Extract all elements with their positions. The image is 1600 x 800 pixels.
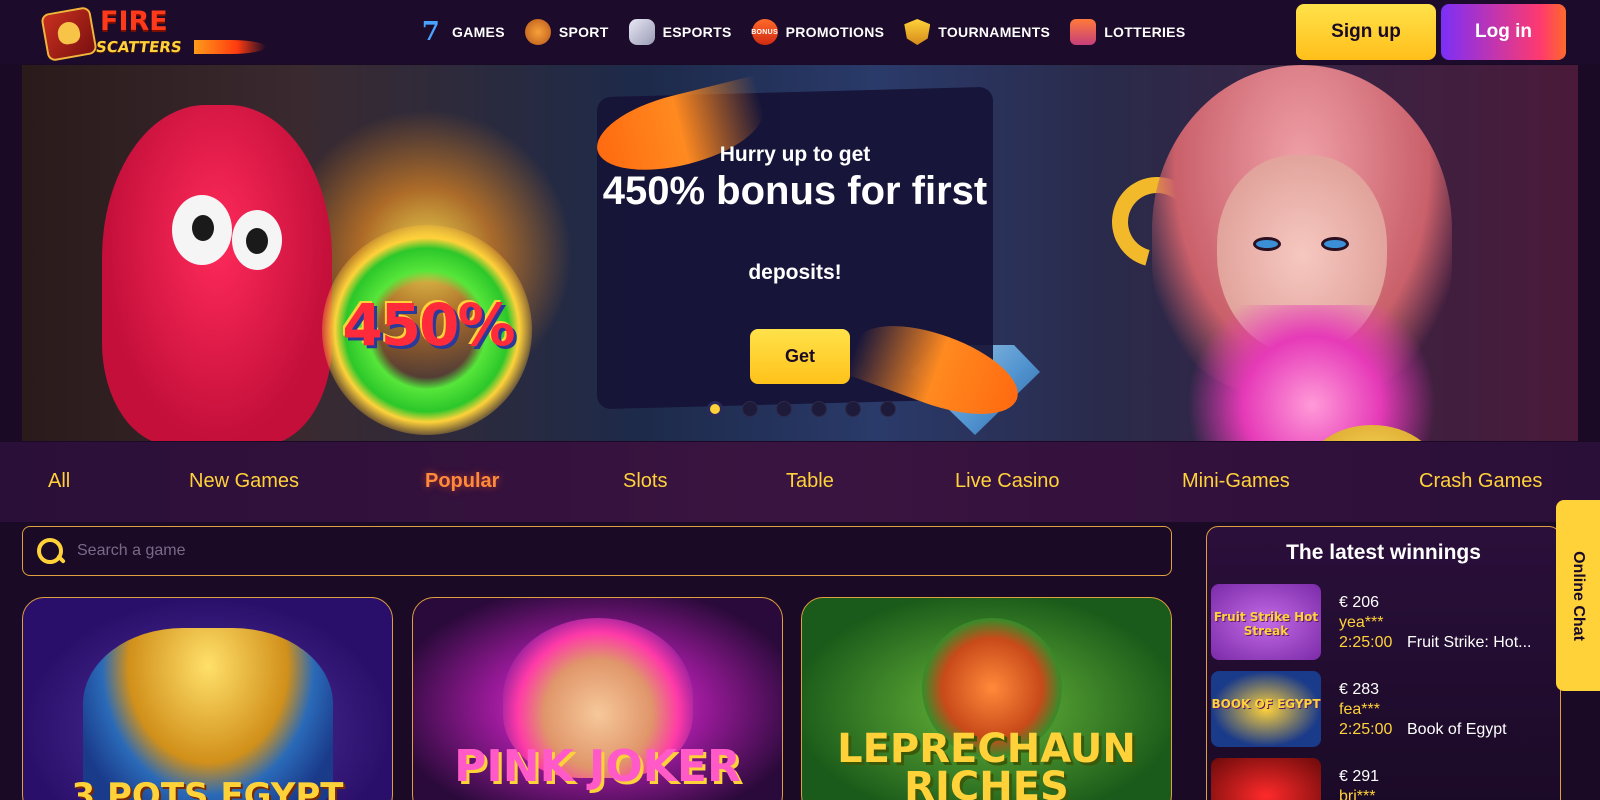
game-search: [22, 526, 1172, 576]
spellbook-icon: [40, 6, 98, 62]
game-thumbnail[interactable]: [1211, 758, 1321, 800]
witch-eye: [1253, 237, 1281, 251]
win-game-name[interactable]: Book of Egypt: [1407, 721, 1552, 739]
crystal-ball-image: [1172, 305, 1452, 441]
tab-slots[interactable]: Slots: [623, 470, 667, 493]
win-amount: € 206: [1339, 594, 1380, 611]
winning-row[interactable]: € 291 bri***: [1211, 758, 1556, 800]
carousel-dots: [707, 401, 914, 417]
win-user: bri***: [1339, 788, 1376, 800]
logo-text-line1: FIRE: [100, 6, 168, 37]
promo-banner[interactable]: 450% Hurry up to get 450% bonus for firs…: [22, 65, 1578, 441]
logo-flame-icon: [194, 40, 266, 54]
win-amount: € 291: [1339, 768, 1380, 785]
game-thumbnail[interactable]: BOOK OF EGYPT: [1211, 671, 1321, 747]
winning-row[interactable]: BOOK OF EGYPT € 283 fea*** 2:25:00 Book …: [1211, 671, 1556, 747]
nav-promotions[interactable]: BONUS PROMOTIONS: [751, 16, 885, 48]
promo-subtext: deposits!: [748, 261, 842, 284]
nav-promotions-label: PROMOTIONS: [785, 24, 885, 40]
seven-icon: 7: [421, 17, 441, 47]
nav-tournaments-label: TOURNAMENTS: [938, 24, 1051, 40]
game-card[interactable]: LEPRECHAUN RICHES: [801, 597, 1172, 800]
win-game-name[interactable]: Fruit Strike: Hot...: [1407, 634, 1552, 652]
witch-eye: [1321, 237, 1349, 251]
carousel-dot-2[interactable]: [741, 401, 758, 417]
win-user: fea***: [1339, 701, 1380, 718]
win-user: yea***: [1339, 614, 1384, 631]
bonus-percent-graphic: 450%: [342, 291, 515, 359]
nav-games[interactable]: 7 GAMES: [418, 16, 505, 48]
win-amount: € 283: [1339, 681, 1380, 698]
tab-mini-games[interactable]: Mini-Games: [1182, 470, 1290, 493]
carousel-dot-3[interactable]: [776, 401, 792, 417]
fire-scatters-logo[interactable]: FIRE SCATTERS: [40, 4, 266, 62]
devil-character-image: [102, 105, 332, 441]
signup-button[interactable]: Sign up: [1296, 4, 1436, 60]
category-tabs: All New Games Popular Slots Table Live C…: [0, 442, 1600, 522]
online-chat-tab[interactable]: Online Chat: [1556, 500, 1600, 691]
winnings-title: The latest winnings: [1286, 541, 1481, 564]
pot-of-gold-image: [83, 628, 333, 800]
latest-winnings-panel: The latest winnings Fruit Strike Hot Str…: [1206, 526, 1561, 800]
nav-esports-label: ESPORTS: [662, 24, 732, 40]
nav-tournaments[interactable]: TOURNAMENTS: [904, 16, 1050, 48]
win-time: 2:25:00: [1339, 634, 1393, 651]
promo-pretext: Hurry up to get: [719, 143, 871, 166]
tab-all[interactable]: All: [48, 470, 70, 493]
trophy-shield-icon: [904, 19, 931, 45]
devil-eye: [172, 195, 232, 265]
winning-row[interactable]: Fruit Strike Hot Streak € 206 yea*** 2:2…: [1211, 584, 1556, 660]
game-title: PINK JOKER: [454, 741, 741, 792]
thumbnail-title: Fruit Strike Hot Streak: [1213, 610, 1319, 638]
carousel-dot-4[interactable]: [810, 401, 827, 417]
nav-lotteries[interactable]: LOTTERIES: [1070, 16, 1185, 48]
win-time: 2:25:00: [1339, 721, 1393, 738]
gift-icon: [1070, 19, 1097, 45]
game-title: 3 POTS EGYPT: [71, 776, 344, 800]
search-icon[interactable]: [35, 536, 65, 566]
tab-live-casino[interactable]: Live Casino: [955, 470, 1060, 493]
gamepad-icon: [628, 19, 655, 45]
carousel-dot-6[interactable]: [879, 401, 896, 417]
main-nav: 7 GAMES SPORT ESPORTS BONUS PROMOTIONS T…: [418, 16, 1205, 48]
tab-crash-games[interactable]: Crash Games: [1419, 470, 1542, 493]
game-card[interactable]: 3 POTS EGYPT: [22, 597, 393, 800]
logo-text-line2: SCATTERS: [94, 38, 183, 56]
carousel-dot-5[interactable]: [845, 401, 861, 417]
carousel-dot-1[interactable]: [707, 401, 723, 417]
bonus-badge-icon: BONUS: [751, 19, 778, 45]
get-bonus-button[interactable]: Get: [750, 329, 850, 384]
nav-esports[interactable]: ESPORTS: [628, 16, 732, 48]
login-button[interactable]: Log in: [1441, 4, 1566, 60]
game-title: LEPRECHAUN RICHES: [837, 726, 1136, 800]
promo-headline: 450% bonus for first: [602, 169, 988, 213]
search-input[interactable]: [77, 531, 1171, 571]
tab-popular[interactable]: Popular: [425, 470, 499, 493]
online-chat-label: Online Chat: [1570, 550, 1587, 641]
top-header: FIRE SCATTERS 7 GAMES SPORT ESPORTS BONU…: [0, 0, 1600, 64]
nav-sport-label: SPORT: [558, 24, 609, 40]
nav-sport[interactable]: SPORT: [524, 16, 609, 48]
devil-eye: [232, 210, 282, 270]
tab-table[interactable]: Table: [786, 470, 834, 493]
game-card[interactable]: PINK JOKER: [412, 597, 783, 800]
tab-new-games[interactable]: New Games: [189, 470, 299, 493]
nav-games-label: GAMES: [452, 24, 505, 40]
thumbnail-title: BOOK OF EGYPT: [1211, 697, 1321, 711]
nav-lotteries-label: LOTTERIES: [1104, 24, 1186, 40]
basketball-icon: [524, 19, 551, 45]
game-thumbnail[interactable]: Fruit Strike Hot Streak: [1211, 584, 1321, 660]
